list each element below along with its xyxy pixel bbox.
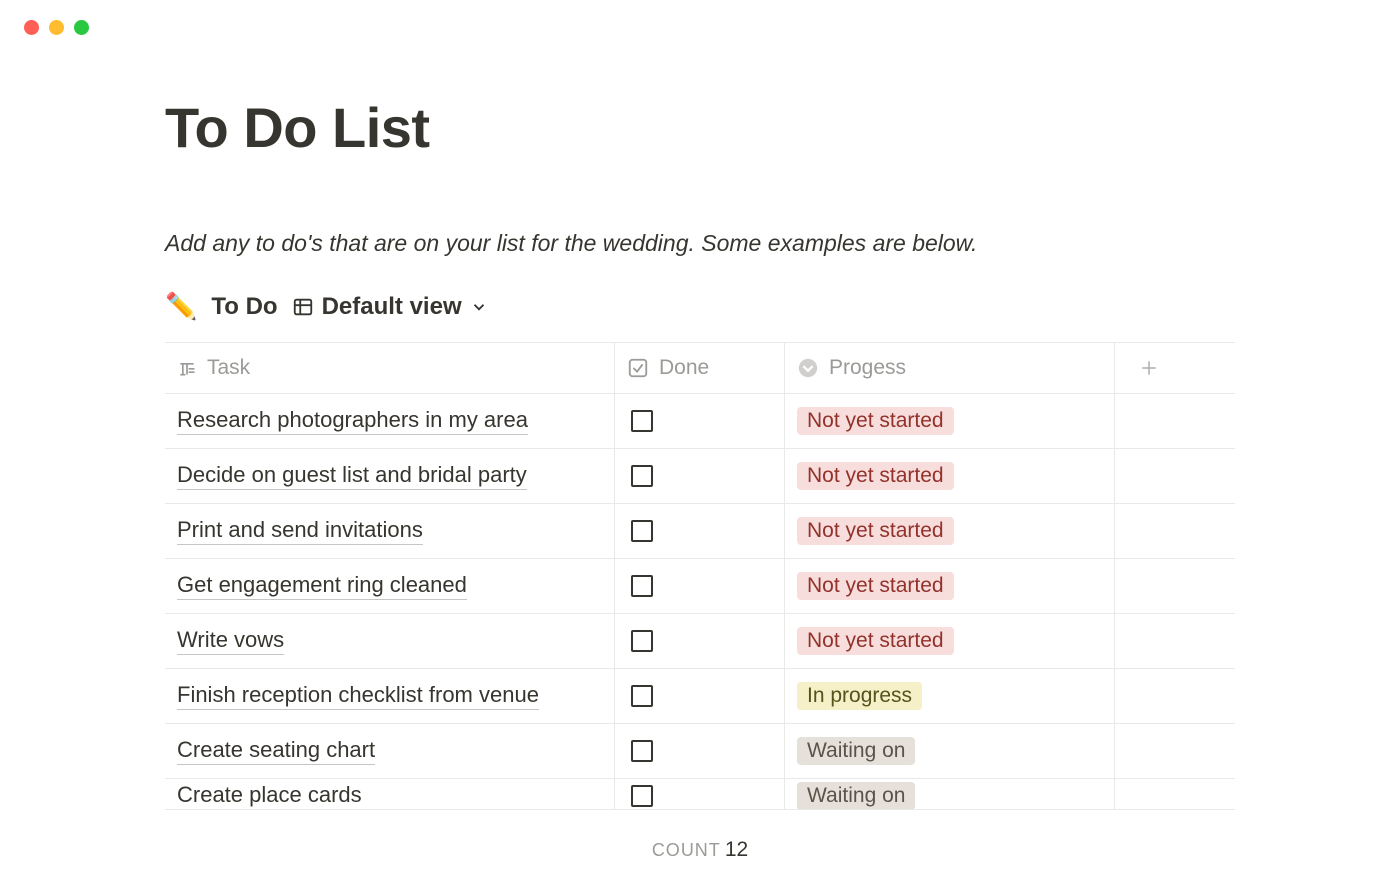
add-column-button[interactable] xyxy=(1115,343,1235,393)
table-row[interactable]: Create place cards Waiting on xyxy=(165,779,1235,809)
count-label: COUNT xyxy=(652,840,721,860)
progress-tag: Waiting on xyxy=(797,737,915,765)
empty-cell[interactable] xyxy=(1115,559,1235,613)
done-cell[interactable] xyxy=(615,724,785,778)
minimize-window-dot[interactable] xyxy=(49,20,64,35)
view-label: Default view xyxy=(322,293,462,321)
task-cell[interactable]: Write vows xyxy=(165,614,615,668)
text-property-icon xyxy=(177,358,197,378)
column-header-done[interactable]: Done xyxy=(615,343,785,393)
done-checkbox[interactable] xyxy=(631,520,653,542)
done-cell[interactable] xyxy=(615,779,785,809)
progress-cell[interactable]: Not yet started xyxy=(785,504,1115,558)
progress-cell[interactable]: In progress xyxy=(785,669,1115,723)
task-cell[interactable]: Create seating chart xyxy=(165,724,615,778)
page-description[interactable]: Add any to do's that are on your list fo… xyxy=(165,230,1235,257)
task-text: Create place cards xyxy=(177,782,362,809)
count-value: 12 xyxy=(725,838,748,861)
table-icon xyxy=(292,296,314,318)
done-cell[interactable] xyxy=(615,504,785,558)
table-row[interactable]: Decide on guest list and bridal party Not… xyxy=(165,449,1235,504)
window-traffic-lights xyxy=(24,20,89,35)
done-checkbox[interactable] xyxy=(631,785,653,807)
pencil-icon: ✏️ xyxy=(165,291,197,322)
done-cell[interactable] xyxy=(615,614,785,668)
close-window-dot[interactable] xyxy=(24,20,39,35)
table-row[interactable]: Finish reception checklist from venue In … xyxy=(165,669,1235,724)
progress-cell[interactable]: Waiting on xyxy=(785,779,1115,809)
select-property-icon xyxy=(797,357,819,379)
progress-tag: Not yet started xyxy=(797,572,954,600)
empty-cell[interactable] xyxy=(1115,394,1235,448)
column-header-done-label: Done xyxy=(659,356,709,380)
progress-cell[interactable]: Not yet started xyxy=(785,559,1115,613)
checkbox-property-icon xyxy=(627,357,649,379)
column-header-task-label: Task xyxy=(207,356,250,380)
progress-tag: Not yet started xyxy=(797,407,954,435)
table-header-row: Task Done Progess xyxy=(165,343,1235,394)
database-table: Task Done Progess xyxy=(165,342,1235,810)
progress-tag: In progress xyxy=(797,682,922,710)
empty-cell[interactable] xyxy=(1115,779,1235,809)
progress-cell[interactable]: Not yet started xyxy=(785,449,1115,503)
task-text: Create seating chart xyxy=(177,737,375,765)
task-cell[interactable]: Finish reception checklist from venue xyxy=(165,669,615,723)
progress-tag: Not yet started xyxy=(797,627,954,655)
maximize-window-dot[interactable] xyxy=(74,20,89,35)
empty-cell[interactable] xyxy=(1115,669,1235,723)
done-checkbox[interactable] xyxy=(631,740,653,762)
task-cell[interactable]: Decide on guest list and bridal party xyxy=(165,449,615,503)
column-header-progress-label: Progess xyxy=(829,356,906,380)
task-text: Research photographers in my area xyxy=(177,407,528,435)
page-title[interactable]: To Do List xyxy=(165,95,1235,160)
progress-tag: Waiting on xyxy=(797,782,915,809)
table-row[interactable]: Print and send invitations Not yet starte… xyxy=(165,504,1235,559)
database-header: ✏️ To Do Default view xyxy=(165,291,1235,322)
done-checkbox[interactable] xyxy=(631,630,653,652)
empty-cell[interactable] xyxy=(1115,504,1235,558)
task-cell[interactable]: Get engagement ring cleaned xyxy=(165,559,615,613)
progress-cell[interactable]: Waiting on xyxy=(785,724,1115,778)
empty-cell[interactable] xyxy=(1115,724,1235,778)
task-cell[interactable]: Print and send invitations xyxy=(165,504,615,558)
empty-cell[interactable] xyxy=(1115,449,1235,503)
page-content: To Do List Add any to do's that are on y… xyxy=(0,0,1400,810)
view-switcher[interactable]: Default view xyxy=(292,293,488,321)
table-row[interactable]: Research photographers in my area Not yet… xyxy=(165,394,1235,449)
table-row[interactable]: Get engagement ring cleaned Not yet start… xyxy=(165,559,1235,614)
database-name[interactable]: To Do xyxy=(211,293,277,321)
task-text: Get engagement ring cleaned xyxy=(177,572,467,600)
done-checkbox[interactable] xyxy=(631,575,653,597)
table-footer-count: COUNT12 xyxy=(0,838,1400,862)
done-checkbox[interactable] xyxy=(631,410,653,432)
done-cell[interactable] xyxy=(615,449,785,503)
progress-cell[interactable]: Not yet started xyxy=(785,614,1115,668)
table-row[interactable]: Write vows Not yet started xyxy=(165,614,1235,669)
task-cell[interactable]: Research photographers in my area xyxy=(165,394,615,448)
column-header-progress[interactable]: Progess xyxy=(785,343,1115,393)
plus-icon xyxy=(1139,358,1159,378)
progress-cell[interactable]: Not yet started xyxy=(785,394,1115,448)
empty-cell[interactable] xyxy=(1115,614,1235,668)
chevron-down-icon xyxy=(470,298,488,316)
column-header-task[interactable]: Task xyxy=(165,343,615,393)
done-checkbox[interactable] xyxy=(631,465,653,487)
task-cell[interactable]: Create place cards xyxy=(165,779,615,809)
done-checkbox[interactable] xyxy=(631,685,653,707)
progress-tag: Not yet started xyxy=(797,517,954,545)
table-row[interactable]: Create seating chart Waiting on xyxy=(165,724,1235,779)
task-text: Write vows xyxy=(177,627,284,655)
done-cell[interactable] xyxy=(615,559,785,613)
done-cell[interactable] xyxy=(615,669,785,723)
progress-tag: Not yet started xyxy=(797,462,954,490)
task-text: Print and send invitations xyxy=(177,517,423,545)
task-text: Finish reception checklist from venue xyxy=(177,682,539,710)
done-cell[interactable] xyxy=(615,394,785,448)
task-text: Decide on guest list and bridal party xyxy=(177,462,527,490)
